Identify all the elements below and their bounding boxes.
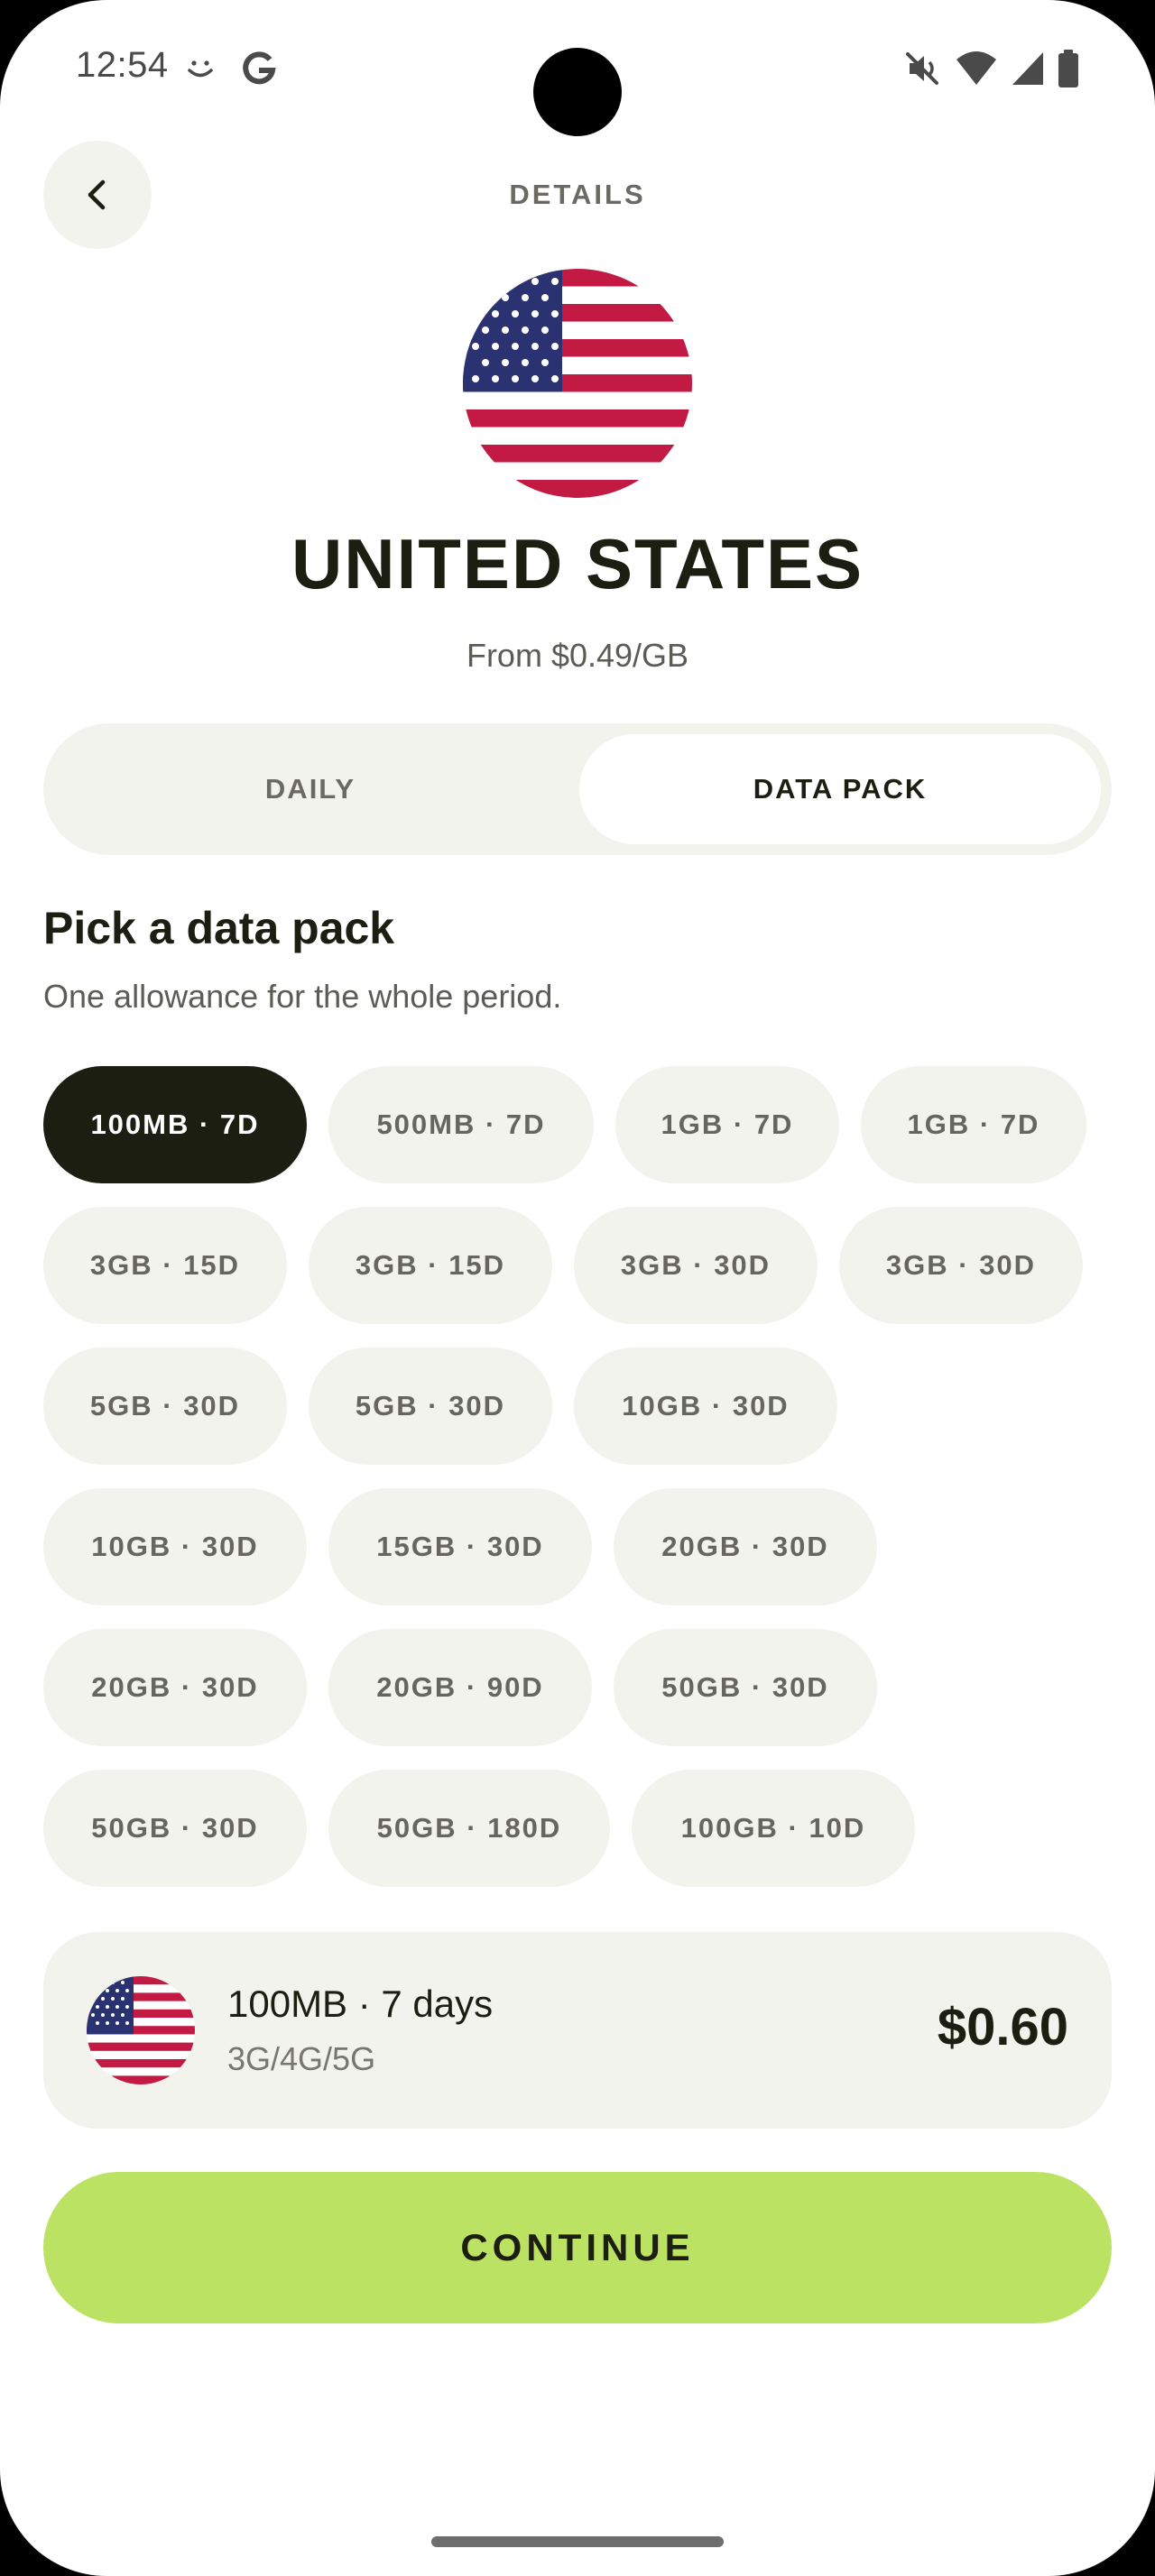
pack-chip[interactable]: 1GB · 7D xyxy=(615,1066,839,1183)
pack-chip-selected[interactable]: 100MB · 7D xyxy=(43,1066,307,1183)
page-title: DETAILS xyxy=(509,179,646,210)
from-price: From $0.49/GB xyxy=(466,637,689,674)
summary-price: $0.60 xyxy=(937,1998,1068,2056)
pack-chip[interactable]: 500MB · 7D xyxy=(328,1066,594,1183)
pack-chip[interactable]: 3GB · 30D xyxy=(574,1207,818,1324)
pack-chip[interactable]: 100GB · 10D xyxy=(632,1770,915,1887)
country-name: UNITED STATES xyxy=(291,524,864,603)
status-time: 12:54 xyxy=(76,45,169,85)
summary-network: 3G/4G/5G xyxy=(227,2040,376,2077)
section-title: Pick a data pack xyxy=(43,903,395,953)
mute-icon xyxy=(906,52,938,85)
wifi-icon xyxy=(956,51,996,85)
battery-icon xyxy=(1058,50,1078,87)
pack-chip[interactable]: 3GB · 30D xyxy=(839,1207,1083,1324)
plan-type-tabs: DAILY DATA PACK xyxy=(43,723,1112,855)
tab-daily[interactable]: DAILY xyxy=(54,734,567,844)
pack-chip[interactable]: 1GB · 7D xyxy=(861,1066,1086,1183)
pack-chip[interactable]: 15GB · 30D xyxy=(328,1488,592,1605)
pack-chip[interactable]: 3GB · 15D xyxy=(43,1207,287,1324)
face-icon xyxy=(188,60,213,78)
section-subtitle: One allowance for the whole period. xyxy=(43,978,562,1015)
pack-chip[interactable]: 20GB · 30D xyxy=(43,1629,307,1746)
home-indicator[interactable] xyxy=(431,2536,724,2547)
signal-icon xyxy=(1012,52,1043,85)
pack-chip[interactable]: 50GB · 30D xyxy=(43,1770,307,1887)
pack-chip[interactable]: 20GB · 90D xyxy=(328,1629,592,1746)
pack-chip[interactable]: 10GB · 30D xyxy=(43,1488,307,1605)
camera-cutout xyxy=(533,48,622,136)
continue-button[interactable]: CONTINUE xyxy=(43,2172,1112,2323)
selection-summary: 100MB · 7 days 3G/4G/5G $0.60 xyxy=(43,1932,1112,2129)
pack-chip[interactable]: 3GB · 15D xyxy=(309,1207,552,1324)
summary-title: 100MB · 7 days xyxy=(227,1983,494,2025)
us-flag-icon xyxy=(87,1976,195,2084)
pack-chip[interactable]: 20GB · 30D xyxy=(614,1488,877,1605)
pack-chip[interactable]: 50GB · 180D xyxy=(328,1770,610,1887)
google-icon xyxy=(243,51,276,85)
pack-chip[interactable]: 50GB · 30D xyxy=(614,1629,877,1746)
pack-chip[interactable]: 5GB · 30D xyxy=(43,1348,287,1465)
pack-chip[interactable]: 10GB · 30D xyxy=(574,1348,837,1465)
status-icons xyxy=(902,49,1079,88)
pack-chip[interactable]: 5GB · 30D xyxy=(309,1348,552,1465)
screen: 12:54 DETAILS UNITED STATES From $0.49/G… xyxy=(0,0,1155,2576)
us-flag-icon xyxy=(463,269,692,498)
tab-data-pack[interactable]: DATA PACK xyxy=(579,734,1101,844)
